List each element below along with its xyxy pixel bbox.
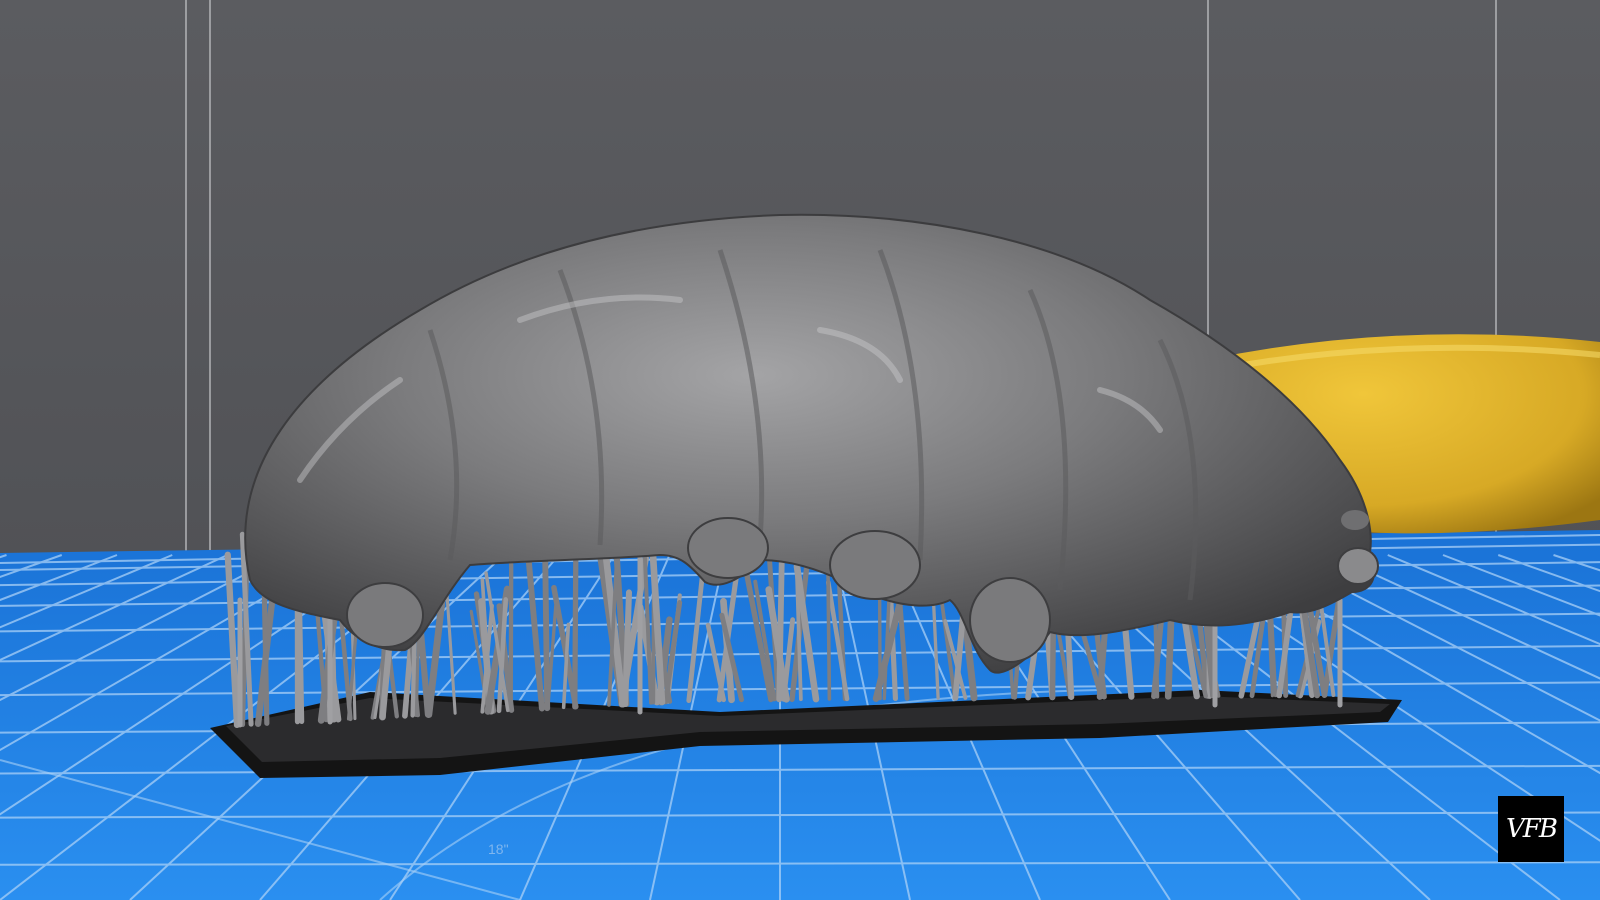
scene-canvas[interactable]: 18" bbox=[0, 0, 1600, 900]
3d-viewport[interactable]: 18" VFB bbox=[0, 0, 1600, 900]
support-pillar bbox=[622, 589, 632, 708]
plate-scale-label: 18" bbox=[488, 841, 509, 857]
watermark-logo: VFB bbox=[1498, 796, 1564, 862]
support-pillar bbox=[572, 544, 579, 710]
watermark-text: VFB bbox=[1506, 814, 1558, 844]
